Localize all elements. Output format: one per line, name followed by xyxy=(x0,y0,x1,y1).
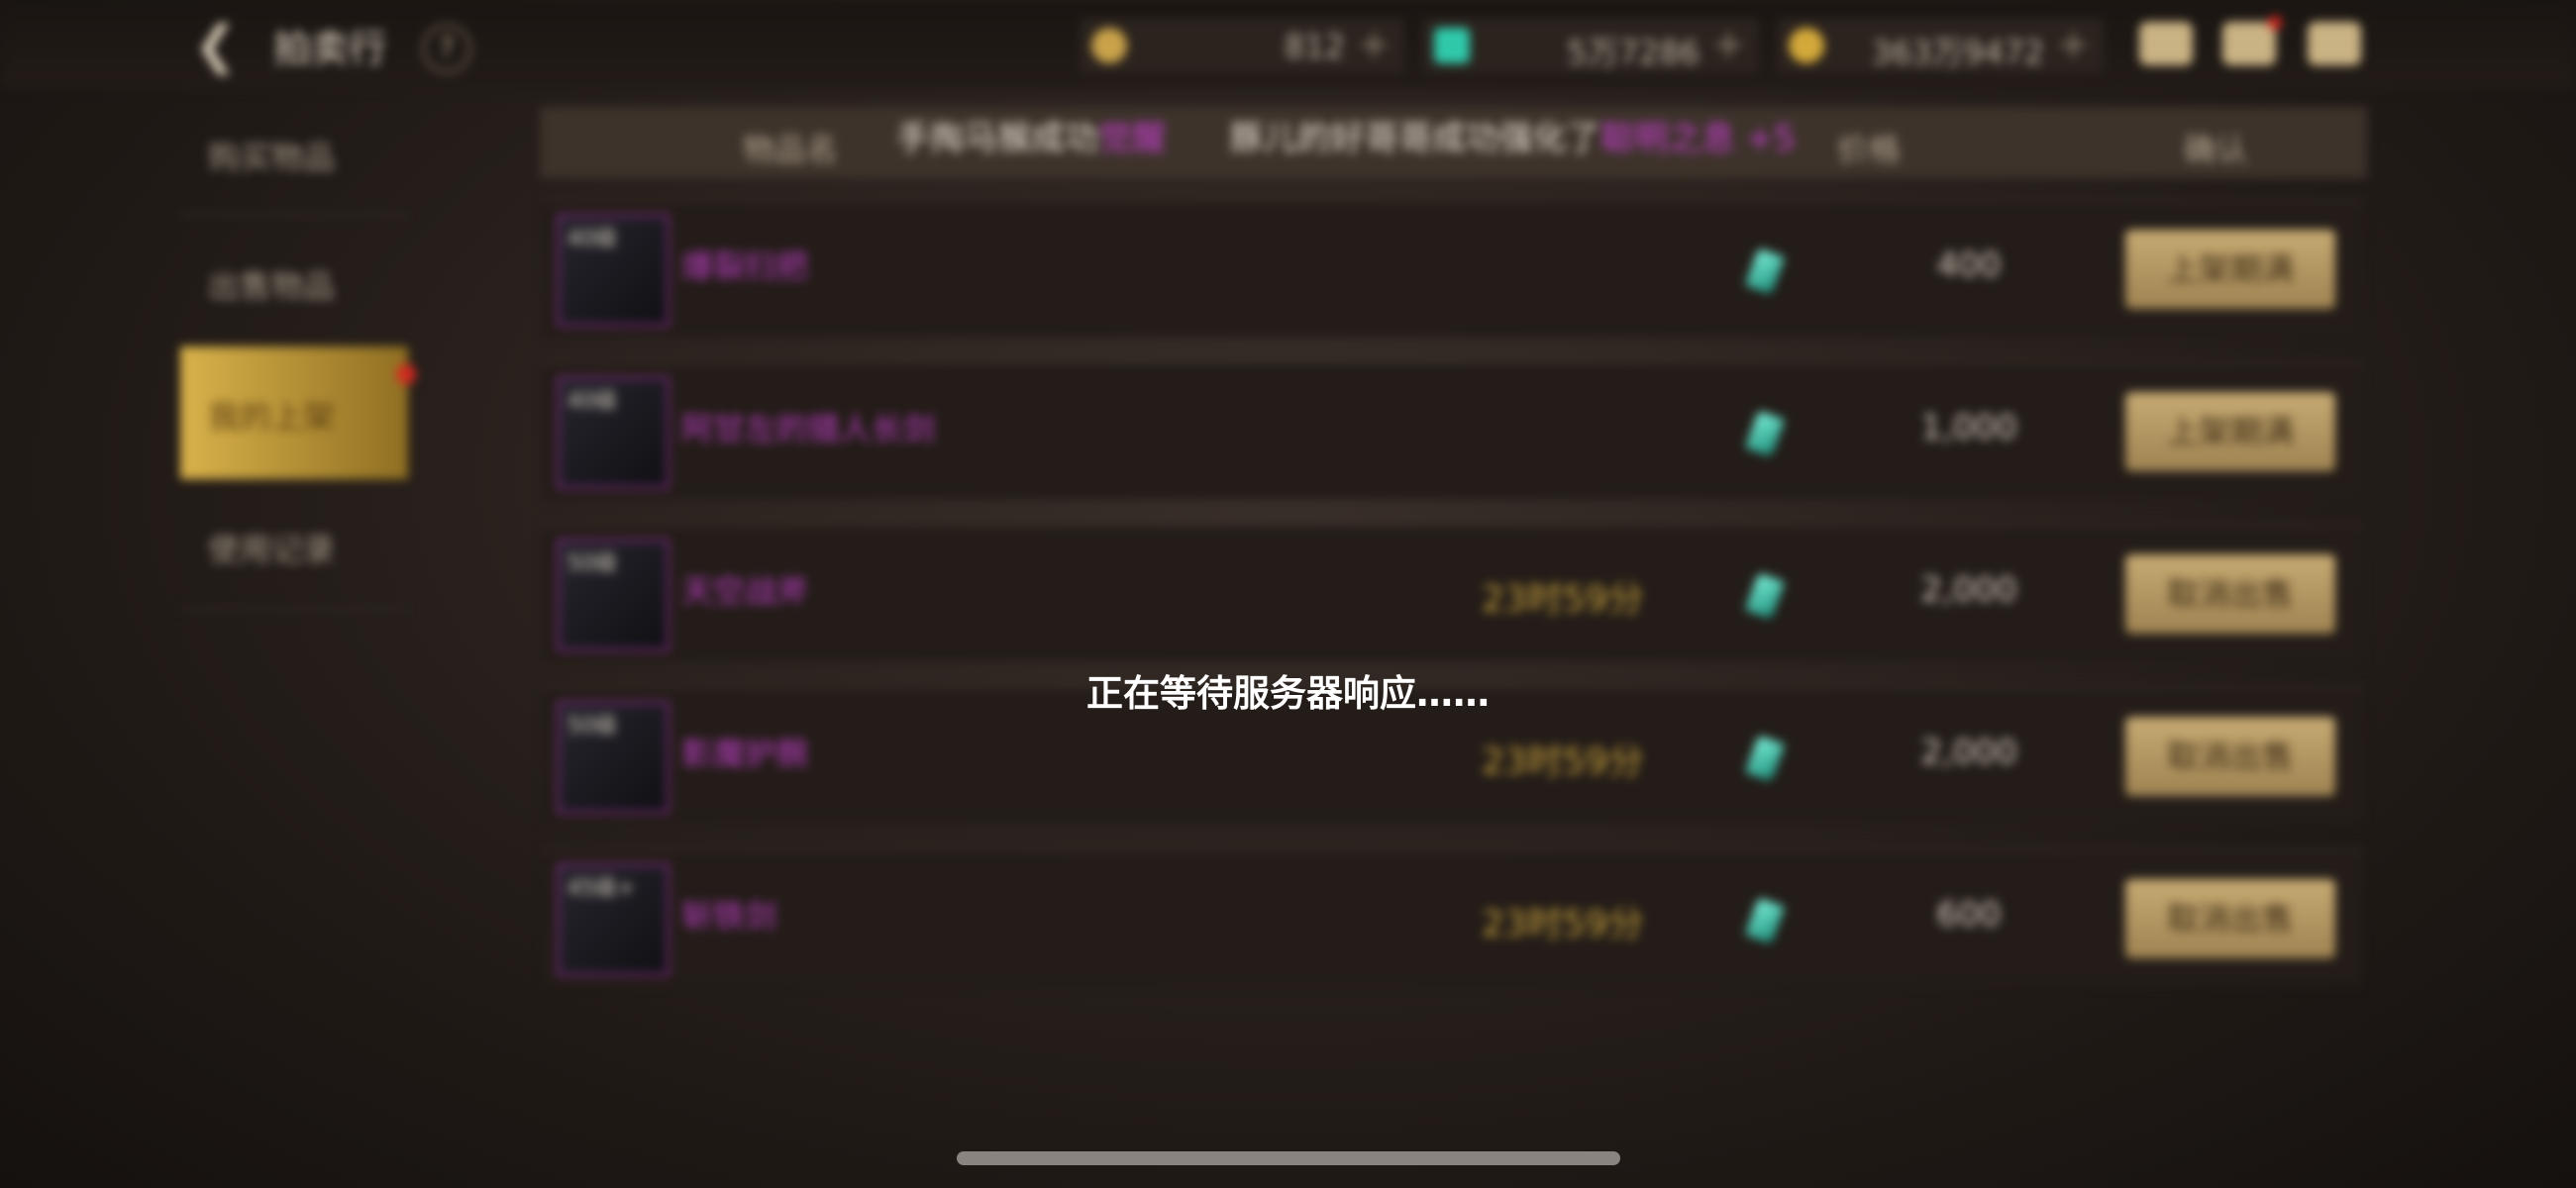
item-level: 40级 xyxy=(567,227,617,251)
mail-notification-dot xyxy=(2268,16,2282,30)
item-name: 斩铁剑 xyxy=(681,897,777,935)
gem-icon xyxy=(1745,572,1785,620)
add-gem-button[interactable]: + xyxy=(1711,22,1745,67)
currency-gem-value: 5万7286 xyxy=(1567,34,1700,71)
listing-notification-dot xyxy=(396,364,416,384)
item-level: 50级 xyxy=(567,551,617,576)
listing-timer: 23时59分 xyxy=(1482,904,1644,944)
item-price: 600 xyxy=(1936,895,2002,935)
cancel-sale-button[interactable]: 取消出售 xyxy=(2125,717,2335,796)
bag-icon[interactable] xyxy=(2139,22,2193,65)
gem-icon xyxy=(1745,735,1785,782)
sidebar-item-label: 我的上架 xyxy=(208,398,336,436)
listing-row: 40级 阿甘左的猎人长剑 1,000 上架期满 xyxy=(543,362,2363,499)
mail-icon[interactable] xyxy=(2222,22,2276,65)
chat-icon[interactable] xyxy=(2308,22,2361,65)
item-level: 45级+ xyxy=(567,876,636,901)
item-icon[interactable]: 50级 xyxy=(557,701,670,814)
currency-gold: 363万9472 + xyxy=(1777,18,2104,73)
sidebar-item-buy[interactable]: 购买物品 xyxy=(180,87,408,216)
item-icon[interactable]: 50级 xyxy=(557,539,670,651)
column-confirm: 确认 xyxy=(2184,131,2248,168)
add-gold-button[interactable]: + xyxy=(2056,22,2090,67)
item-icon[interactable]: 40级 xyxy=(557,214,670,327)
item-name: 影魔护腕 xyxy=(681,735,809,772)
listing-timer: 23时59分 xyxy=(1482,579,1644,620)
sidebar-item-label: 购买物品 xyxy=(208,139,336,176)
marquee-highlight: 聪明之息 +5 xyxy=(1599,119,1796,158)
item-price: 2,000 xyxy=(1920,570,2017,610)
gold-coin-icon xyxy=(1789,28,1824,63)
gem-icon xyxy=(1745,410,1785,457)
currency-gem: 5万7286 + xyxy=(1422,18,1759,73)
item-price: 1,000 xyxy=(1920,408,2017,447)
currency-coin: 812 + xyxy=(1080,18,1404,73)
top-bar: ❮ 拍卖行 ? 812 + 5万7286 + 363万9472 + xyxy=(0,0,2576,89)
relist-button[interactable]: 上架期满 xyxy=(2125,392,2335,471)
coin-c-icon xyxy=(1091,28,1127,63)
item-icon[interactable]: 40级 xyxy=(557,376,670,489)
back-arrow-icon[interactable]: ❮ xyxy=(194,16,254,75)
sidebar-item-sell[interactable]: 出售物品 xyxy=(180,216,408,345)
cancel-sale-button[interactable]: 取消出售 xyxy=(2125,554,2335,634)
item-name: 爆裂扫把 xyxy=(681,248,809,285)
home-indicator[interactable] xyxy=(957,1151,1620,1165)
sidebar-item-history[interactable]: 使用记录 xyxy=(180,479,408,608)
item-icon[interactable]: 45级+ xyxy=(557,863,670,976)
item-price: 2,000 xyxy=(1920,733,2017,772)
item-name: 阿甘左的猎人长剑 xyxy=(681,410,936,447)
marquee-text: 手掏马猴成功 xyxy=(896,119,1098,158)
marquee-highlight: 觉醒 xyxy=(1098,119,1166,158)
sidebar-divider xyxy=(180,608,408,610)
column-name: 物品名 xyxy=(743,131,839,168)
gem-icon xyxy=(1745,248,1785,295)
server-wait-message: 正在等待服务器响应…… xyxy=(1086,672,1490,715)
listing-row: 50级 天空战斧 23时59分 2,000 取消出售 xyxy=(543,525,2363,661)
currency-coin-value: 812 xyxy=(1284,28,1345,65)
item-level: 40级 xyxy=(567,389,617,414)
background-ui: ❮ 拍卖行 ? 812 + 5万7286 + 363万9472 + 购买物品 出… xyxy=(0,0,2576,1188)
listing-row: 40级 爆裂扫把 400 上架期满 xyxy=(543,200,2363,337)
announcement-marquee: 手掏马猴成功觉醒 豚儿的好哥哥成功强化了聪明之息 +5 xyxy=(896,111,1796,159)
sidebar-item-label: 出售物品 xyxy=(208,267,336,305)
sidebar-item-label: 使用记录 xyxy=(208,531,336,568)
listing-row: 45级+ 斩铁剑 23时59分 600 取消出售 xyxy=(543,849,2363,986)
item-price: 400 xyxy=(1936,246,2002,285)
relist-button[interactable]: 上架期满 xyxy=(2125,230,2335,309)
sidebar-item-my-listings[interactable]: 我的上架 xyxy=(180,346,408,479)
listing-timer: 23时59分 xyxy=(1482,742,1644,782)
item-name: 天空战斧 xyxy=(681,572,809,610)
page-title: 拍卖行 xyxy=(273,27,387,70)
gem-icon xyxy=(1434,28,1470,63)
help-icon[interactable]: ? xyxy=(422,24,471,73)
marquee-text: 豚儿的好哥哥成功强化了 xyxy=(1229,119,1600,158)
gem-icon xyxy=(1745,897,1785,944)
currency-gold-value: 363万9472 xyxy=(1871,34,2044,71)
column-price: 价格 xyxy=(1837,131,1902,168)
add-coin-button[interactable]: + xyxy=(1357,22,1391,67)
cancel-sale-button[interactable]: 取消出售 xyxy=(2125,879,2335,958)
